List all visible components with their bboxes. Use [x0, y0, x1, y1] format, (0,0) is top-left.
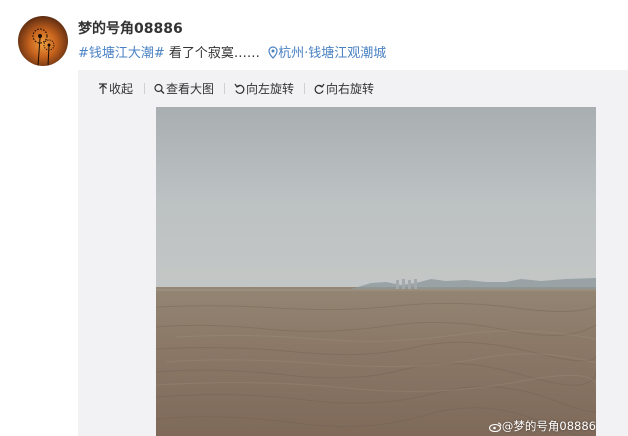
location-link[interactable]: 杭州·钱塘江观潮城 — [278, 46, 386, 61]
watermark-text: @梦的号角08886 — [501, 419, 596, 433]
river-scene-image — [156, 107, 596, 436]
rotate-right-button[interactable]: 向右旋转 — [314, 80, 374, 98]
view-large-button[interactable]: 查看大图 — [154, 80, 214, 98]
post-photo[interactable]: @梦的号角08886 — [156, 107, 596, 436]
post-body: 看了个寂寞…… — [164, 46, 260, 61]
search-icon — [154, 83, 165, 98]
toolbar-divider — [144, 83, 145, 94]
rotate-left-label: 向左旋转 — [246, 82, 295, 96]
location-pin-icon — [268, 46, 278, 63]
rotate-right-icon — [314, 83, 325, 98]
view-large-label: 查看大图 — [166, 82, 215, 96]
post-text: #钱塘江大潮# 看了个寂寞…… 杭州·钱塘江观潮城 — [78, 42, 386, 63]
collapse-label: 收起 — [109, 82, 134, 96]
rotate-left-icon — [234, 83, 245, 98]
avatar[interactable] — [18, 16, 68, 66]
rotate-left-button[interactable]: 向左旋转 — [234, 80, 294, 98]
media-box: 收起 查看大图 向左旋转 向右旋转 @梦的号角08886 — [78, 70, 628, 436]
weibo-logo-icon — [488, 421, 502, 435]
rotate-right-label: 向右旋转 — [326, 82, 375, 96]
image-toolbar: 收起 查看大图 向左旋转 向右旋转 — [78, 70, 628, 106]
username[interactable]: 梦的号角08886 — [78, 18, 183, 38]
hashtag-link[interactable]: #钱塘江大潮# — [78, 46, 165, 61]
toolbar-divider — [224, 83, 225, 94]
toolbar-divider — [304, 83, 305, 94]
collapse-button[interactable]: 收起 — [98, 80, 133, 98]
image-watermark: @梦的号角08886 — [488, 418, 596, 435]
collapse-up-icon — [98, 83, 108, 98]
